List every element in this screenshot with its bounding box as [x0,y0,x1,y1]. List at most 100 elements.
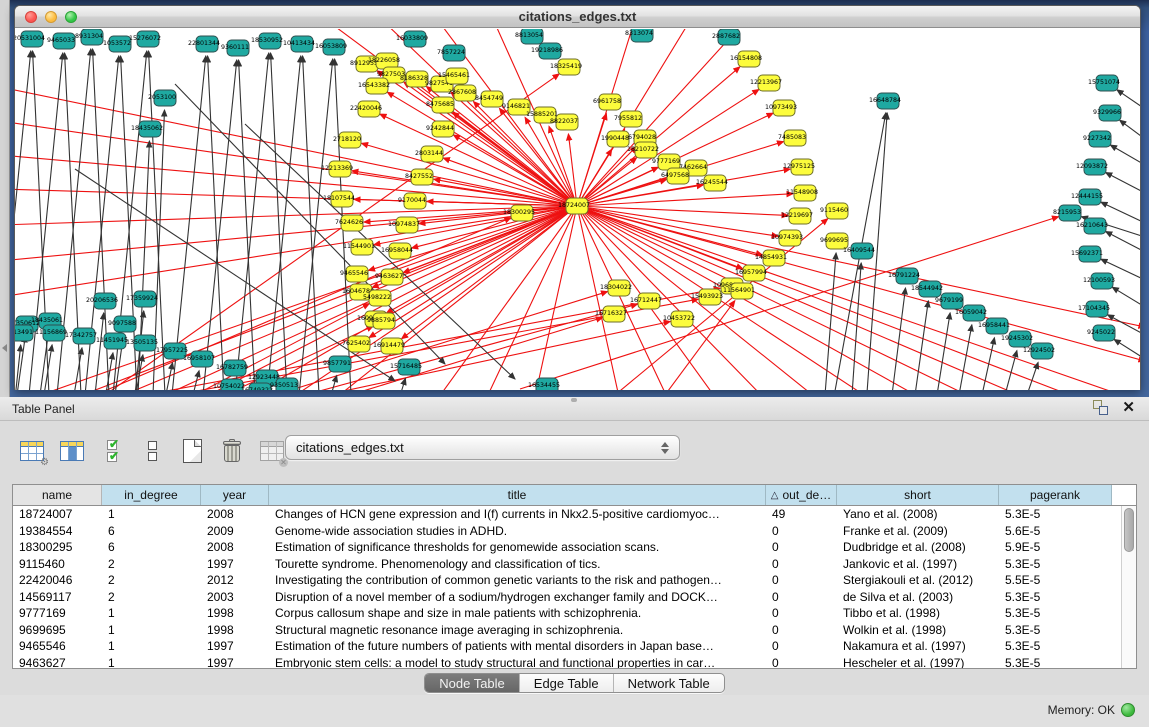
table-cell: 5.6E-5 [999,524,1112,538]
svg-text:6794028: 6794028 [628,134,656,141]
sort-ascending-icon: △ [771,490,779,501]
dropdown-stepper-icon [661,442,669,454]
svg-text:16749322: 16749322 [241,387,273,390]
table-options-button[interactable]: ⚙ [18,437,46,465]
table-cell: 49 [766,507,837,521]
svg-text:9360111: 9360111 [221,44,249,51]
svg-text:18210722: 18210722 [627,146,659,153]
table-row[interactable]: 1872400712008Changes of HCN gene express… [13,506,1136,523]
svg-text:16543382: 16543382 [358,82,390,89]
float-panel-icon[interactable] [1093,400,1108,415]
svg-text:2718120: 2718120 [333,136,361,143]
svg-text:9463627: 9463627 [375,273,403,280]
node-table: namein_degreeyeartitle△out_de…shortpager… [12,484,1137,669]
svg-text:9885794: 9885794 [367,317,395,324]
table-cell: Jankovic et al. (1997) [837,557,999,571]
svg-text:16716327: 16716327 [595,310,627,317]
table-header-row: namein_degreeyeartitle△out_de…shortpager… [13,485,1136,506]
column-header-name[interactable]: name [13,485,102,505]
svg-text:18724007: 18724007 [558,202,590,209]
column-header-out_de[interactable]: △out_de… [766,485,837,505]
table-row[interactable]: 969969511998Structural magnetic resonanc… [13,622,1136,639]
svg-text:11564901: 11564901 [723,287,755,294]
table-row[interactable]: 2242004622012Investigating the contribut… [13,572,1136,589]
svg-text:7857224: 7857224 [437,49,465,56]
svg-text:19218986: 19218986 [531,47,563,54]
svg-text:9679199: 9679199 [935,297,963,304]
svg-text:20206536: 20206536 [86,297,118,304]
svg-text:6497568: 6497568 [661,172,689,179]
table-cell: 5.3E-5 [999,656,1112,669]
svg-text:18544942: 18544942 [911,285,943,292]
svg-text:9350513: 9350513 [270,382,298,389]
scrollbar-thumb[interactable] [1124,508,1134,552]
svg-text:15716485: 15716485 [390,363,422,370]
column-header-year[interactable]: year [201,485,269,505]
svg-text:9097588: 9097588 [108,320,136,327]
table-row[interactable]: 1456911722003Disruption of a novel membe… [13,589,1136,606]
svg-text:15885201: 15885201 [526,111,558,118]
svg-text:22420046: 22420046 [350,105,382,112]
svg-text:16712447: 16712447 [630,297,662,304]
svg-text:18300295: 18300295 [503,209,535,216]
svg-text:12924502: 12924502 [1023,347,1055,354]
memory-status-label: Memory: OK [1048,703,1115,717]
column-header-in_degree[interactable]: in_degree [102,485,201,505]
table-cell: 0 [766,623,837,637]
svg-text:18435061: 18435061 [31,317,63,324]
tab-network-table[interactable]: Network Table [614,674,724,692]
table-cell: Corpus callosum shape and size in male p… [269,606,766,620]
column-header-title[interactable]: title [269,485,766,505]
svg-text:16154808: 16154808 [730,55,762,62]
table-cell: 5.3E-5 [999,507,1112,521]
unselect-all-checkboxes-button[interactable] [138,437,166,465]
table-row[interactable]: 911546021997Tourette syndrome. Phenomeno… [13,556,1136,573]
svg-text:18325419: 18325419 [550,63,582,70]
table-cell: 14569117 [13,590,102,604]
svg-text:9245022: 9245022 [1087,329,1115,336]
gutter-arrow-icon[interactable] [2,344,7,352]
vertical-scrollbar[interactable] [1121,506,1136,668]
table-row[interactable]: 946362711997Embryonic stem cells: a mode… [13,655,1136,670]
delete-trash-button[interactable] [218,437,246,465]
table-row[interactable]: 946554611997Estimation of the future num… [13,638,1136,655]
svg-text:15465461: 15465461 [438,72,470,79]
table-cell: 5.9E-5 [999,540,1112,554]
svg-text:16958441: 16958441 [978,322,1010,329]
svg-text:16033809: 16033809 [396,35,428,42]
table-row[interactable]: 1938455462009Genome-wide association stu… [13,523,1136,540]
close-panel-icon[interactable]: ✕ [1122,400,1135,415]
table-cell: 6 [102,540,201,554]
table-cell: 2008 [201,540,269,554]
svg-text:13505135: 13505135 [126,339,158,346]
svg-text:2803144: 2803144 [415,150,443,157]
new-document-button[interactable] [178,437,206,465]
svg-text:9777169: 9777169 [652,158,680,165]
svg-text:12975125: 12975125 [783,163,815,170]
table-row[interactable]: 1830029562008Estimation of significance … [13,539,1136,556]
column-header-pagerank[interactable]: pagerank [999,485,1112,505]
svg-text:16210643: 16210643 [1076,222,1108,229]
svg-text:7625402: 7625402 [342,340,370,347]
column-header-short[interactable]: short [837,485,999,505]
desktop-background: citations_edges.txt 18724007891295518226… [0,0,1149,397]
tab-node-table[interactable]: Node Table [425,674,520,692]
svg-text:3913491: 3913491 [15,329,33,336]
svg-text:9465546: 9465546 [340,270,368,277]
network-canvas[interactable]: 1872400789129551822605898275031654338281… [15,29,1140,390]
network-window-title: citations_edges.txt [15,9,1140,24]
svg-text:17957225: 17957225 [156,347,188,354]
table-selector-value: citations_edges.txt [296,440,404,455]
select-all-checkboxes-button[interactable] [98,437,126,465]
table-selector-dropdown[interactable]: citations_edges.txt [285,435,680,460]
network-window-titlebar[interactable]: citations_edges.txt [15,6,1140,28]
svg-text:18435062: 18435062 [131,125,163,132]
svg-text:14854931: 14854931 [755,254,787,261]
splitter-grip[interactable] [571,398,577,402]
table-row[interactable]: 977716911998Corpus callosum shape and si… [13,605,1136,622]
memory-status-icon[interactable] [1121,703,1135,717]
show-columns-button[interactable] [58,437,86,465]
svg-text:16409544: 16409544 [843,247,875,254]
tab-edge-table[interactable]: Edge Table [520,674,614,692]
table-cell: 0 [766,606,837,620]
